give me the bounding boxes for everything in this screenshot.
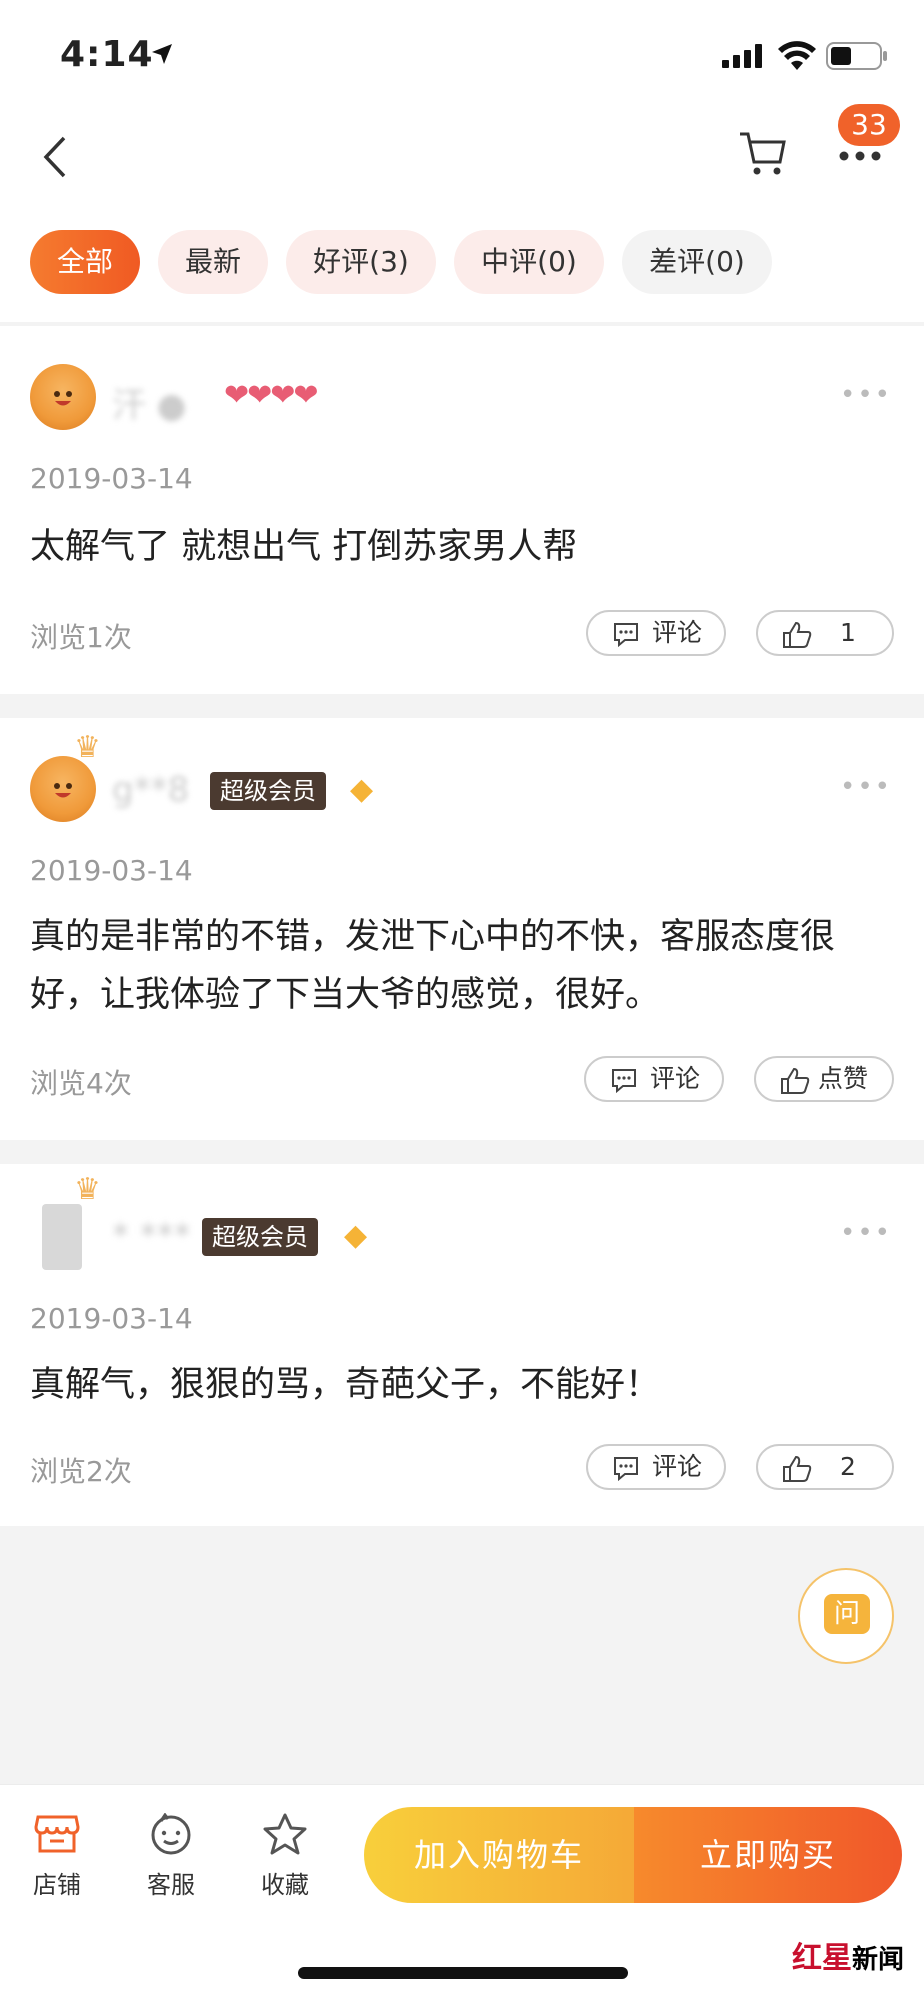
like-count: 2 [840, 1452, 856, 1481]
review-filter-bar: 全部 最新 好评(3) 中评(0) 差评(0) [0, 200, 924, 322]
review-card: ♛ * *** 超级会员 ◆ ••• 2019-03-14 真解气，狠狠的骂，奇… [0, 1164, 924, 1526]
avatar[interactable] [30, 756, 96, 822]
view-count: 浏览2次 [30, 1455, 132, 1488]
comment-label: 评论 [652, 618, 703, 647]
more-options-icon[interactable]: ••• [840, 772, 892, 802]
watermark-logo: 红星新闻 [792, 1933, 904, 1977]
view-count: 浏览1次 [30, 621, 132, 654]
review-card: ♛ g**8 超级会员 ◆ ••• 2019-03-14 真的是非常的不错，发泄… [0, 718, 924, 1140]
review-content: 真的是非常的不错，发泄下心中的不快，客服态度很好，让我体验了下当大爷的感觉，很好… [30, 917, 836, 1015]
comment-icon [614, 623, 638, 647]
like-count: 1 [840, 618, 856, 647]
like-label: 点赞 [818, 1064, 869, 1093]
thumbs-up-icon [783, 621, 812, 648]
comment-button[interactable]: 评论 [584, 1056, 724, 1102]
mascot-face-icon [54, 783, 72, 798]
buy-now-button[interactable]: 立即购买 [634, 1807, 902, 1903]
comment-label: 评论 [652, 1452, 703, 1481]
like-button[interactable]: 点赞 [754, 1056, 894, 1102]
review-date: 2019-03-14 [30, 462, 193, 495]
review-date: 2019-03-14 [30, 854, 193, 887]
filter-all[interactable]: 全部 [30, 230, 140, 294]
location-arrow-icon [152, 44, 172, 64]
nav-bar: 33 [0, 100, 924, 201]
filter-latest[interactable]: 最新 [158, 230, 268, 294]
customer-service-label: 客服 [147, 1871, 195, 1899]
diamond-icon: ◆ [350, 772, 374, 807]
more-dots-icon[interactable] [838, 150, 882, 162]
filter-neutral[interactable]: 中评(0) [454, 230, 604, 294]
thumbs-up-icon [783, 1455, 812, 1482]
avatar[interactable] [30, 364, 96, 430]
heart-level-icon: ❤❤❤❤ [224, 378, 319, 413]
more-options-icon[interactable]: ••• [840, 1218, 892, 1248]
review-content: 太解气了 就想出气 打倒苏家男人帮 [30, 527, 578, 567]
reviewer-name: 汗 ● [112, 386, 187, 426]
mascot-face-icon [54, 391, 72, 406]
super-member-badge: 超级会员 [210, 772, 326, 810]
status-time: 4:14 [60, 34, 154, 75]
review-date: 2019-03-14 [30, 1302, 193, 1335]
status-bar: 4:14 [0, 0, 924, 100]
customer-service-tab[interactable]: 客服 [126, 1812, 216, 1900]
favorite-tab[interactable]: 收藏 [240, 1813, 330, 1900]
ask-question-button[interactable]: 问 [798, 1568, 894, 1664]
store-icon [34, 1815, 80, 1853]
watermark-red: 红星 [792, 1941, 852, 1976]
comment-label: 评论 [650, 1064, 701, 1093]
diamond-icon: ◆ [344, 1218, 368, 1253]
reviewer-name: * *** [112, 1216, 191, 1256]
comment-button[interactable]: 评论 [586, 610, 726, 656]
customer-service-icon [151, 1812, 191, 1855]
super-member-badge: 超级会员 [202, 1218, 318, 1256]
star-icon [263, 1813, 307, 1855]
favorite-label: 收藏 [261, 1871, 309, 1899]
review-content: 真解气，狠狠的骂，奇葩父子，不能好！ [30, 1365, 661, 1405]
watermark-black: 新闻 [852, 1945, 905, 1975]
notification-badge: 33 [838, 104, 900, 146]
like-button[interactable]: 2 [756, 1444, 894, 1490]
comment-icon [614, 1457, 638, 1481]
comment-icon [612, 1069, 636, 1093]
thumbs-up-icon [781, 1067, 810, 1094]
like-button[interactable]: 1 [756, 610, 894, 656]
bottom-action-bar: 店铺 客服 收藏 加入购物车 立即购买 红星新闻 [0, 1784, 924, 2001]
shopping-cart-icon[interactable] [738, 130, 788, 178]
filter-positive[interactable]: 好评(3) [286, 230, 436, 294]
add-to-cart-button[interactable]: 加入购物车 [364, 1807, 634, 1903]
store-label: 店铺 [33, 1871, 81, 1899]
crown-icon: ♛ [74, 1172, 101, 1207]
reviewer-name: g**8 [112, 770, 190, 810]
filter-negative[interactable]: 差评(0) [622, 230, 772, 294]
view-count: 浏览4次 [30, 1067, 132, 1100]
battery-icon [826, 42, 887, 70]
review-card: 汗 ● ❤❤❤❤ ••• 2019-03-14 太解气了 就想出气 打倒苏家男人… [0, 326, 924, 694]
back-chevron-icon[interactable] [40, 134, 72, 180]
wifi-icon [778, 41, 816, 70]
home-indicator[interactable] [298, 1967, 628, 1979]
avatar[interactable] [42, 1204, 82, 1270]
ask-icon: 问 [824, 1594, 870, 1634]
more-options-icon[interactable]: ••• [840, 380, 892, 410]
store-tab[interactable]: 店铺 [12, 1813, 102, 1900]
comment-button[interactable]: 评论 [586, 1444, 726, 1490]
cellular-signal-icon [722, 44, 762, 68]
